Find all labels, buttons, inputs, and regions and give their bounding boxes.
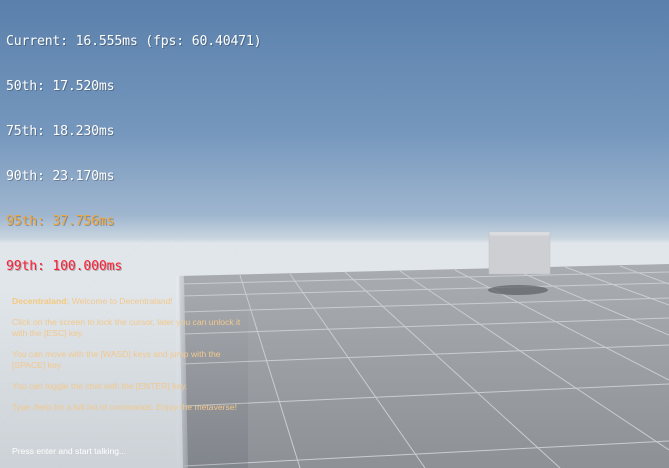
chat-message-text: Welcome to Decentraland! [69, 296, 173, 306]
performance-stats: Current: 16.555ms (fps: 60.40471) 50th: … [6, 4, 262, 289]
chat-message: You can move with the [WASD] keys and ju… [12, 349, 221, 370]
stat-current: Current: 16.555ms (fps: 60.40471) [6, 34, 262, 49]
chat-sender: Decentraland: [12, 296, 70, 306]
chat-message: Type /help for a full list of commands. … [12, 402, 237, 413]
cube [488, 231, 551, 275]
cube-shadow [488, 285, 548, 295]
stat-p99: 99th: 100.000ms [6, 259, 123, 274]
ground-surface [179, 264, 669, 468]
chat-message-welcome: Decentraland: Welcome to Decentraland! [12, 296, 244, 306]
chat-input[interactable] [12, 444, 232, 458]
stat-p75: 75th: 18.230ms [6, 124, 115, 139]
stat-p95: 95th: 37.756ms [6, 214, 115, 229]
chat-message: Click on the screen to lock the cursor, … [12, 317, 241, 338]
chat-panel: Decentraland: Welcome to Decentraland! C… [0, 288, 248, 468]
chat-log: Decentraland: Welcome to Decentraland! C… [12, 296, 244, 424]
stat-p50: 50th: 17.520ms [6, 79, 115, 94]
chat-message: You can toggle the chat with the [ENTER]… [12, 381, 188, 392]
stat-p90: 90th: 23.170ms [6, 169, 115, 184]
